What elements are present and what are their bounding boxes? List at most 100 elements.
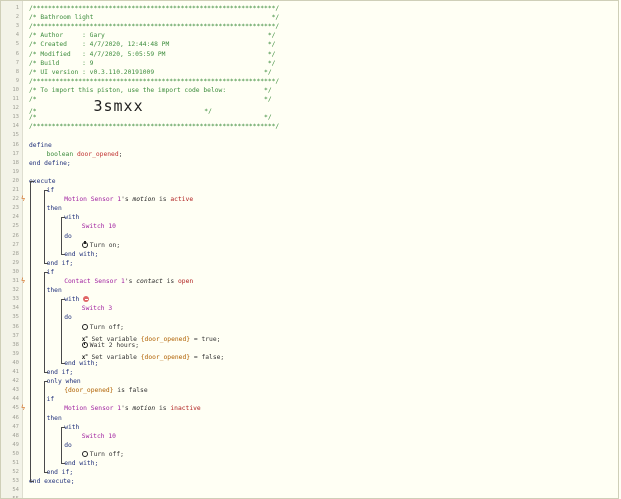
- code-token: door_opened: [76, 150, 119, 158]
- code-token: define: [29, 141, 52, 149]
- line-number: 8: [15, 68, 19, 75]
- line-number: 52: [12, 469, 19, 476]
- code-line: 19: [1, 168, 618, 177]
- code-text: /* To import this piston, use the import…: [29, 86, 272, 95]
- line-number: 26: [12, 232, 19, 239]
- code-token: end define;: [29, 159, 71, 167]
- code-text: if: [47, 186, 55, 195]
- line-number: 10: [12, 86, 19, 93]
- code-line: 46 then: [1, 414, 618, 423]
- code-token: with: [64, 214, 80, 222]
- lightning-trigger-icon: ϟ: [21, 277, 26, 285]
- line-number: 28: [12, 250, 19, 257]
- code-line: 5 /* Created : 4/7/2020, 12:44:48 PM */: [1, 40, 618, 49]
- code-line: 16 define: [1, 141, 618, 150]
- code-line: 21 if: [1, 186, 618, 195]
- code-token: Switch 10: [81, 432, 116, 440]
- line-number: 23: [12, 205, 19, 212]
- code-text: /* Modified : 4/7/2020, 5:05:59 PM */: [29, 50, 275, 59]
- code-text: boolean door_opened;: [47, 150, 123, 159]
- code-line: 10 /* To import this piston, use the impo…: [1, 86, 618, 95]
- code-line: 50 Turn off;: [1, 450, 618, 459]
- line-number: 53: [12, 478, 19, 485]
- code-token: do: [64, 441, 72, 449]
- code-token: inactive: [170, 405, 201, 413]
- code-line: 48 Switch 10: [1, 432, 618, 441]
- code-token: 's: [124, 278, 133, 285]
- block-guide-tick: [43, 472, 48, 474]
- code-token: end if;: [46, 469, 74, 477]
- code-line: 15: [1, 131, 618, 140]
- code-token: Wait 2 hours;: [89, 341, 140, 349]
- code-text: end with;: [64, 459, 98, 468]
- code-line: 31 ϟ Contact Sensor 1's contact is open: [1, 277, 618, 286]
- block-guide: [30, 180, 32, 482]
- line-number: 12: [12, 105, 19, 112]
- code-token: motion: [132, 405, 156, 413]
- line-number: 54: [12, 487, 19, 494]
- code-text: /* Created : 4/7/2020, 12:44:48 PM */: [29, 40, 275, 49]
- code-text: if: [47, 268, 55, 277]
- code-token: /* UI version : v0.3.110.20191009 */: [29, 68, 272, 76]
- block-guide-tick: [61, 362, 66, 364]
- code-line: 37 x= Set variable {door_opened} = true;: [1, 332, 618, 343]
- code-token: 's: [121, 405, 129, 413]
- code-line: 29 end if;: [1, 259, 618, 268]
- code-text: Switch 10: [82, 432, 116, 441]
- code-line: 43 {door_opened} is false: [1, 386, 618, 395]
- code-text: end with;: [64, 250, 98, 259]
- code-text: Switch 10: [82, 222, 116, 231]
- code-text: end with;: [64, 359, 98, 368]
- block-guide: [61, 299, 63, 363]
- code-line: 38 Wait 2 hours;: [1, 341, 618, 350]
- code-token: motion: [132, 196, 156, 204]
- code-editor: 1 /**************************************…: [0, 0, 619, 499]
- code-line: 47 with: [1, 423, 618, 432]
- line-number: 43: [12, 387, 19, 394]
- block-guide: [61, 426, 63, 463]
- line-number: 34: [12, 305, 19, 312]
- code-text: Motion Sensor 1's motion is active: [64, 195, 193, 204]
- restriction-icon: [83, 296, 90, 303]
- line-number: 19: [12, 168, 19, 175]
- block-guide-tick: [61, 253, 66, 255]
- clock-icon: [81, 341, 88, 348]
- code-line: 33 with: [1, 295, 618, 304]
- code-line: 2 /* Bathroom light */: [1, 13, 618, 22]
- code-token: open: [177, 278, 194, 285]
- code-line: 30 if: [1, 268, 618, 277]
- line-number: 35: [12, 314, 19, 321]
- code-line: 9 /**************************************…: [1, 77, 618, 86]
- code-text: {door_opened} is false: [64, 386, 147, 395]
- line-number: 13: [12, 114, 19, 121]
- code-line: 42 only when: [1, 377, 618, 386]
- code-line: 23 then: [1, 204, 618, 213]
- line-number: 39: [12, 350, 19, 357]
- code-line: 41 end if;: [1, 368, 618, 377]
- code-text: only when: [47, 377, 81, 386]
- line-number: 24: [12, 214, 19, 221]
- code-token: Motion Sensor 1: [64, 405, 122, 413]
- line-number: 48: [12, 432, 19, 439]
- code-token: Motion Sensor 1: [64, 196, 122, 204]
- code-text: do: [64, 232, 72, 241]
- code-token: Switch 3: [81, 305, 113, 313]
- code-token: /***************************************…: [29, 5, 280, 12]
- line-number: 5: [15, 41, 19, 48]
- code-line: 24 with: [1, 213, 618, 222]
- line-number: 14: [12, 123, 19, 130]
- code-text: then: [47, 204, 62, 213]
- line-number: 49: [12, 441, 19, 448]
- line-number: 55: [1, 495, 19, 498]
- block-guide-tick: [43, 190, 48, 191]
- code-text: Contact Sensor 1's contact is open: [64, 277, 193, 286]
- code-text: /* */: [29, 95, 272, 104]
- line-number: 33: [12, 296, 19, 303]
- code-text: Turn off;: [81, 450, 124, 459]
- code-token: /* */: [29, 114, 272, 122]
- code-token: active: [170, 196, 194, 204]
- code-text: then: [47, 414, 62, 423]
- code-line: 22 ϟ Motion Sensor 1's motion is active: [1, 195, 618, 204]
- code-token: /***************************************…: [29, 123, 280, 131]
- line-number: 32: [12, 287, 19, 294]
